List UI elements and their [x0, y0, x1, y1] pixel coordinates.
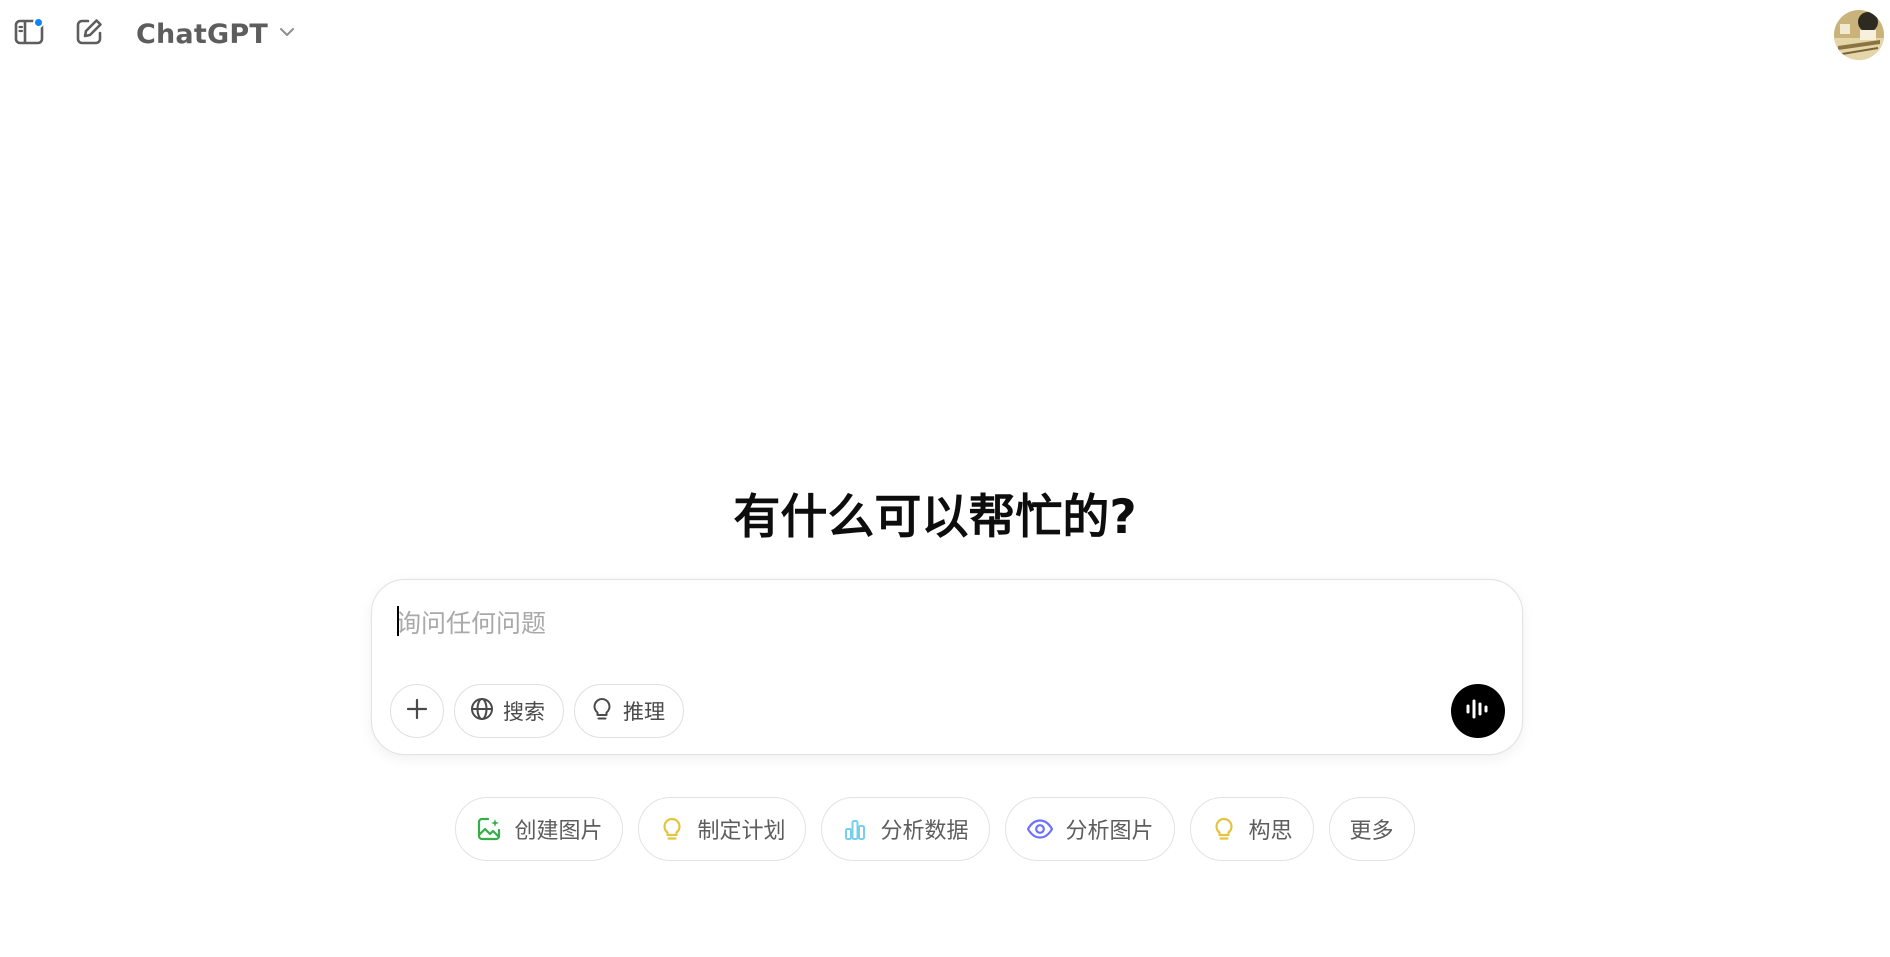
edit-icon: [72, 15, 106, 53]
globe-icon: [469, 696, 495, 727]
search-tool-button[interactable]: 搜索: [454, 684, 564, 738]
suggestion-brainstorm[interactable]: 构思: [1189, 797, 1314, 861]
plus-icon: [404, 696, 430, 727]
avatar[interactable]: [1834, 10, 1884, 60]
eye-icon: [1026, 816, 1054, 842]
model-name: ChatGPT: [136, 18, 268, 50]
suggestion-analyze-image[interactable]: 分析图片: [1004, 797, 1175, 861]
composer-tools: 搜索 推理: [390, 684, 684, 738]
text-caret: [397, 606, 399, 636]
suggestion-more[interactable]: 更多: [1328, 797, 1415, 861]
image-create-icon: [476, 816, 502, 842]
composer: 搜索 推理: [371, 579, 1523, 755]
voice-wave-icon: [1464, 695, 1492, 727]
reasoning-tool-label: 推理: [623, 700, 665, 724]
chevron-down-icon: [278, 23, 296, 45]
suggestion-label: 分析数据: [880, 819, 969, 844]
new-chat-button[interactable]: [67, 12, 111, 56]
suggestion-label: 分析图片: [1065, 819, 1154, 844]
suggestion-make-plan[interactable]: 制定计划: [638, 797, 807, 861]
suggestion-label: 制定计划: [697, 819, 786, 844]
top-bar: ChatGPT: [0, 0, 1890, 68]
lightbulb-icon: [659, 816, 685, 842]
suggestion-analyze-data[interactable]: 分析数据: [821, 797, 990, 861]
reasoning-tool-button[interactable]: 推理: [574, 684, 684, 738]
lightbulb-icon: [589, 696, 615, 727]
suggestion-label: 构思: [1248, 819, 1293, 844]
suggestion-label: 更多: [1349, 819, 1394, 844]
bar-chart-icon: [842, 816, 868, 842]
page-headline: 有什么可以帮忙的?: [733, 490, 1137, 545]
suggestion-create-image[interactable]: 创建图片: [455, 797, 624, 861]
prompt-input[interactable]: [396, 598, 1496, 648]
sidebar-toggle-button[interactable]: [7, 12, 51, 56]
suggestion-label: 创建图片: [514, 819, 603, 844]
suggestion-chips: 创建图片 制定计划 分析数据 分析图片 构思 更多: [0, 797, 1890, 861]
attach-button[interactable]: [390, 684, 444, 738]
model-selector[interactable]: ChatGPT: [128, 14, 304, 54]
lightbulb-icon: [1211, 816, 1237, 842]
search-tool-label: 搜索: [503, 700, 545, 724]
notification-dot: [33, 17, 44, 28]
voice-mode-button[interactable]: [1451, 684, 1505, 738]
